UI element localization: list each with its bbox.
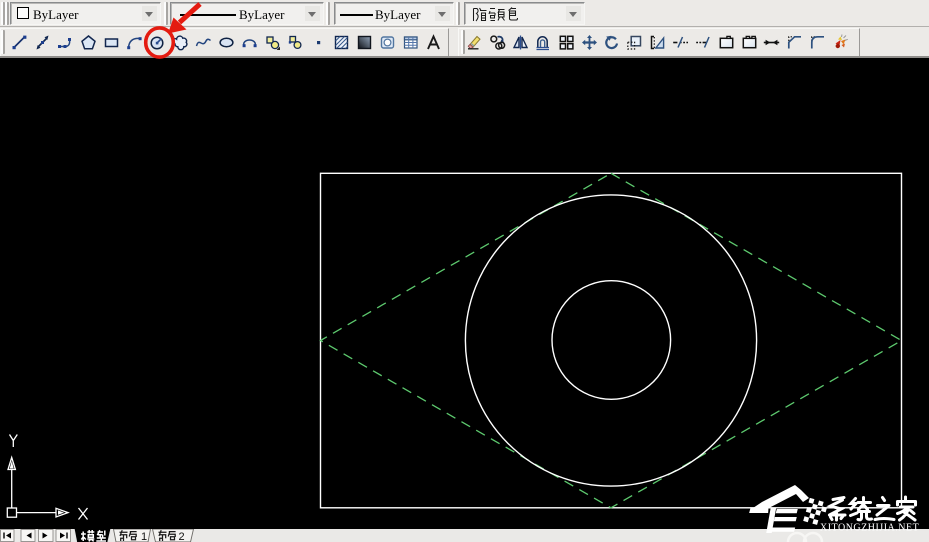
- svg-text:2: 2: [179, 531, 185, 542]
- svg-text:1: 1: [141, 531, 147, 542]
- svg-text:XITONGZHIJIA.NET: XITONGZHIJIA.NET: [820, 523, 919, 534]
